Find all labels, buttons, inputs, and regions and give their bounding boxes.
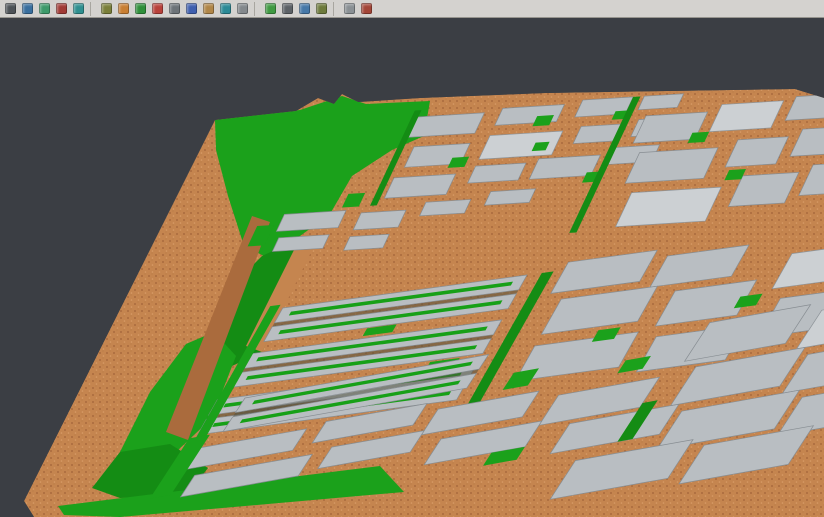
toolbar-button-merge[interactable]: [71, 1, 86, 16]
toolbar-button-measure[interactable]: [280, 1, 295, 16]
point-cloud-icon: [101, 3, 112, 14]
toolbar-button-classify[interactable]: [133, 1, 148, 16]
application-window: [0, 0, 824, 517]
pick-point-icon: [299, 3, 310, 14]
toolbar-button-help[interactable]: [359, 1, 374, 16]
toolbar-button-rotate[interactable]: [263, 1, 278, 16]
toolbar-button-texture[interactable]: [314, 1, 329, 16]
save-icon: [22, 3, 33, 14]
toolbar-button-mesh[interactable]: [116, 1, 131, 16]
toolbar-separator: [254, 2, 259, 16]
clone-icon: [39, 3, 50, 14]
mesh-icon: [118, 3, 129, 14]
toolbar-button-clone[interactable]: [37, 1, 52, 16]
rotate-icon: [265, 3, 276, 14]
texture-icon: [316, 3, 327, 14]
zoom-out-icon: [220, 3, 231, 14]
delete-icon: [56, 3, 67, 14]
toolbar-button-crop[interactable]: [167, 1, 182, 16]
toolbar-button-segment[interactable]: [150, 1, 165, 16]
toolbar-button-pan[interactable]: [235, 1, 250, 16]
fit-view-icon: [186, 3, 197, 14]
classify-icon: [135, 3, 146, 14]
toolbar-button-delete[interactable]: [54, 1, 69, 16]
crop-icon: [169, 3, 180, 14]
toolbar-separator: [90, 2, 95, 16]
segment-icon: [152, 3, 163, 14]
help-icon: [361, 3, 372, 14]
point-cloud-scene: [0, 18, 824, 517]
toolbar-button-open[interactable]: [3, 1, 18, 16]
pan-icon: [237, 3, 248, 14]
toolbar-button-zoom-in[interactable]: [201, 1, 216, 16]
terrain: [24, 80, 824, 517]
open-icon: [5, 3, 16, 14]
merge-icon: [73, 3, 84, 14]
toolbar-button-settings[interactable]: [342, 1, 357, 16]
settings-icon: [344, 3, 355, 14]
toolbar: [0, 0, 824, 18]
toolbar-button-fit-view[interactable]: [184, 1, 199, 16]
toolbar-button-point-cloud[interactable]: [99, 1, 114, 16]
viewport-3d[interactable]: [0, 18, 824, 517]
toolbar-button-zoom-out[interactable]: [218, 1, 233, 16]
zoom-in-icon: [203, 3, 214, 14]
measure-icon: [282, 3, 293, 14]
toolbar-separator: [333, 2, 338, 16]
toolbar-button-pick-point[interactable]: [297, 1, 312, 16]
toolbar-button-save[interactable]: [20, 1, 35, 16]
